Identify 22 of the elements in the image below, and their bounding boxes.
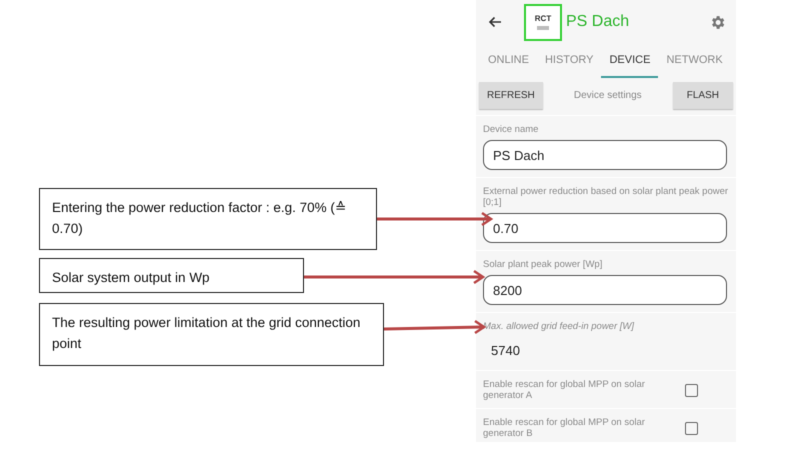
back-icon[interactable] — [488, 16, 502, 28]
setting-label: Enable rescan for global MPP on solar generator A — [483, 379, 646, 401]
input-field[interactable]: 0.70 — [483, 213, 727, 243]
annotation-note: Solar system output in Wp — [39, 258, 304, 293]
setting-label: Device name — [483, 124, 540, 135]
app-logo-icon: RCT — [524, 4, 562, 40]
settings-icon[interactable] — [709, 14, 726, 30]
annotation-note: The resulting power limitation at the grid connection point — [39, 303, 384, 366]
setting-label: External power reduction based on solar plant peak power [0;1] — [483, 186, 729, 208]
refresh-button[interactable]: REFRESH — [479, 82, 543, 109]
flash-button[interactable]: FLASH — [672, 82, 733, 109]
checkbox[interactable] — [685, 384, 698, 396]
annotation-note: Entering the power reduction factor : e.g. 70% (≙ 0.70) — [39, 188, 377, 250]
input-field[interactable]: PS Dach — [483, 140, 727, 170]
tab[interactable]: DEVICE — [601, 44, 658, 78]
setting-value: 5740 — [491, 343, 520, 358]
setting-label: Solar plant peak power [Wp] — [483, 259, 604, 270]
setting-label: Enable rescan for global MPP on solar generator B — [483, 417, 646, 439]
input-field[interactable]: 8200 — [483, 275, 727, 305]
device-title: PS Dach — [566, 13, 630, 31]
device-settings-caption: Device settings — [574, 90, 642, 101]
checkbox[interactable] — [685, 422, 698, 434]
